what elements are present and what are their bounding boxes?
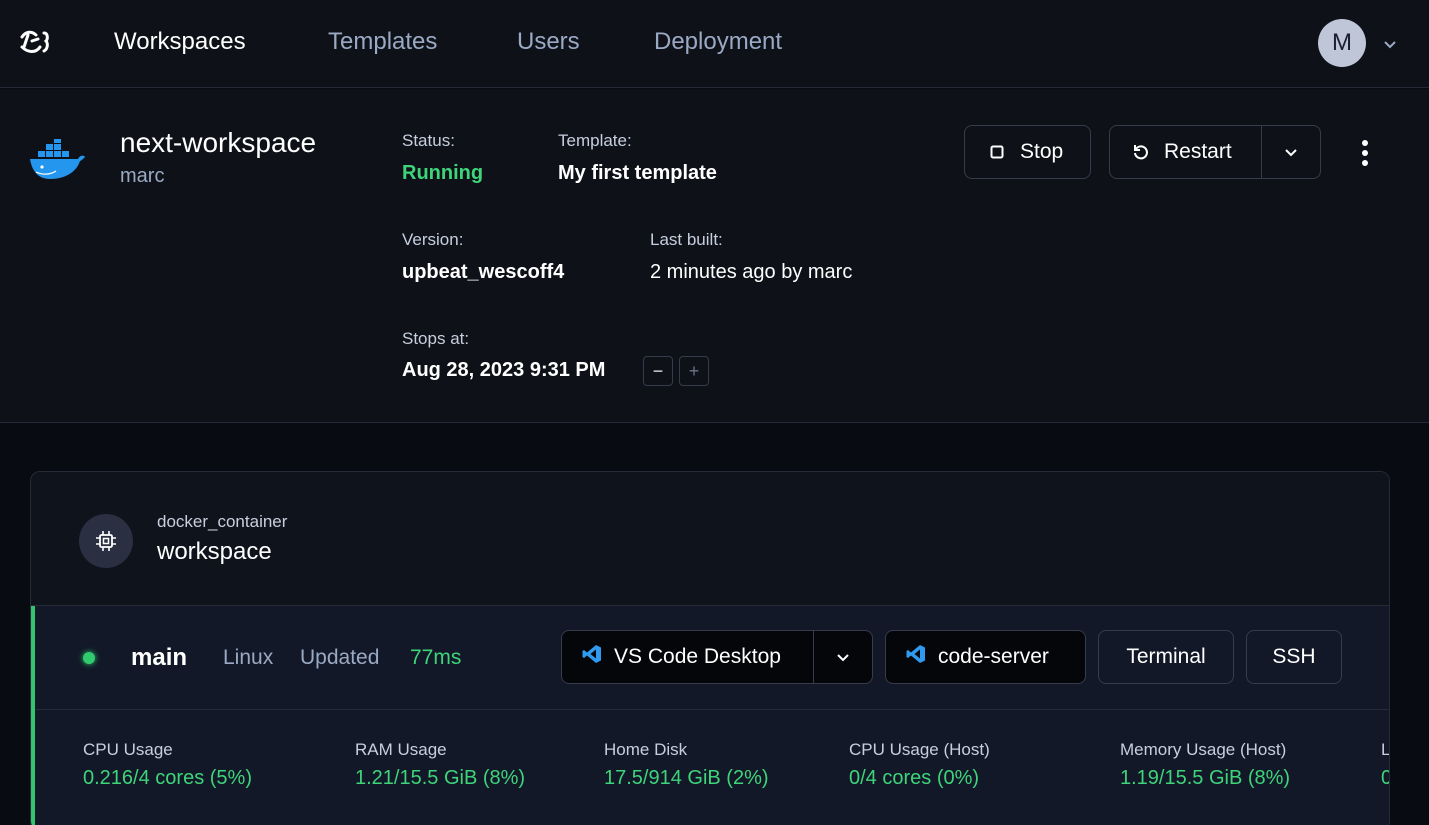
agent-updated-label: Updated [300, 646, 380, 669]
chevron-down-icon [837, 654, 849, 662]
terminal-button[interactable]: Terminal [1098, 630, 1234, 684]
nav-workspaces[interactable]: Workspaces [114, 28, 246, 56]
ssh-label: SSH [1272, 645, 1316, 668]
stop-icon [990, 145, 1004, 159]
stop-button-label: Stop [1020, 140, 1064, 163]
vscode-desktop-button[interactable]: VS Code Desktop [562, 631, 814, 683]
workspace-header: next-workspace marc Status: Running Temp… [0, 89, 1429, 423]
coder-logo-icon[interactable] [18, 27, 56, 57]
nav-users[interactable]: Users [517, 28, 580, 56]
metric-cpu-value: 0.216/4 cores (5%) [83, 767, 252, 789]
metric-ram-label: RAM Usage [355, 740, 447, 759]
status-value: Running [402, 162, 484, 184]
restart-button[interactable]: Restart [1110, 126, 1262, 178]
resource-header: docker_container workspace [31, 472, 1389, 606]
decrease-deadline-button[interactable]: − [643, 356, 673, 386]
metric-ram-value: 1.21/15.5 GiB (8%) [355, 767, 526, 789]
resource-type: docker_container [157, 512, 288, 531]
chip-icon [96, 531, 116, 551]
metric-truncated-label: L [1381, 740, 1390, 759]
resource-name: workspace [157, 538, 272, 565]
agent-status-dot [83, 652, 95, 664]
stops-at-value: Aug 28, 2023 9:31 PM [402, 359, 606, 381]
stops-at-label: Stops at: [402, 329, 470, 348]
vscode-options-button[interactable] [814, 631, 872, 683]
metric-disk-label: Home Disk [604, 740, 688, 759]
nav-templates[interactable]: Templates [328, 28, 437, 56]
restart-options-button[interactable] [1262, 126, 1320, 178]
restart-button-label: Restart [1164, 140, 1232, 163]
agent-row: main Linux Updated 77ms VS Code Desktop [31, 606, 1390, 825]
top-navbar: Workspaces Templates Users Deployment M [0, 0, 1429, 88]
workspace-name: next-workspace [120, 127, 317, 158]
agent-latency: 77ms [410, 646, 462, 669]
code-server-label: code-server [938, 645, 1049, 668]
increase-deadline-button[interactable]: + [679, 356, 709, 386]
metric-host-memory-label: Memory Usage (Host) [1120, 740, 1287, 759]
vscode-desktop-label: VS Code Desktop [614, 645, 781, 668]
resource-icon-wrapper [79, 514, 133, 568]
metric-host-cpu-label: CPU Usage (Host) [849, 740, 990, 759]
nav-deployment[interactable]: Deployment [654, 28, 782, 56]
restart-icon [1132, 143, 1150, 161]
metric-host-memory-value: 1.19/15.5 GiB (8%) [1120, 767, 1291, 789]
chevron-down-icon[interactable] [1382, 36, 1398, 52]
chevron-down-icon [1285, 149, 1297, 157]
terminal-label: Terminal [1126, 645, 1206, 668]
vscode-icon [582, 644, 602, 670]
agent-os: Linux [223, 646, 274, 669]
metric-cpu-label: CPU Usage [83, 740, 173, 759]
status-label: Status: [402, 131, 455, 150]
restart-button-group: Restart [1109, 125, 1321, 179]
version-label: Version: [402, 230, 464, 249]
metric-truncated-value: 0 [1381, 767, 1389, 790]
template-value[interactable]: My first template [558, 162, 717, 185]
workspace-owner: marc [120, 165, 165, 187]
vscode-icon [906, 644, 926, 670]
ssh-button[interactable]: SSH [1246, 630, 1342, 684]
metric-disk-value: 17.5/914 GiB (2%) [604, 767, 769, 789]
version-value: upbeat_wescoff4 [402, 261, 565, 283]
last-built-label: Last built: [650, 230, 723, 249]
vscode-desktop-button-group: VS Code Desktop [561, 630, 873, 684]
code-server-button[interactable]: code-server [885, 630, 1086, 684]
user-avatar[interactable]: M [1318, 19, 1366, 67]
docker-icon [30, 139, 85, 179]
template-label: Template: [558, 131, 632, 150]
agent-header: main Linux Updated 77ms VS Code Desktop [35, 606, 1389, 710]
metric-host-cpu-value: 0/4 cores (0%) [849, 767, 980, 789]
stop-button[interactable]: Stop [964, 125, 1091, 179]
resource-card: docker_container workspace main Linux Up… [30, 471, 1390, 825]
last-built-value: 2 minutes ago by marc [650, 261, 853, 283]
more-options-icon[interactable] [1354, 138, 1376, 168]
agent-name: main [131, 644, 188, 671]
